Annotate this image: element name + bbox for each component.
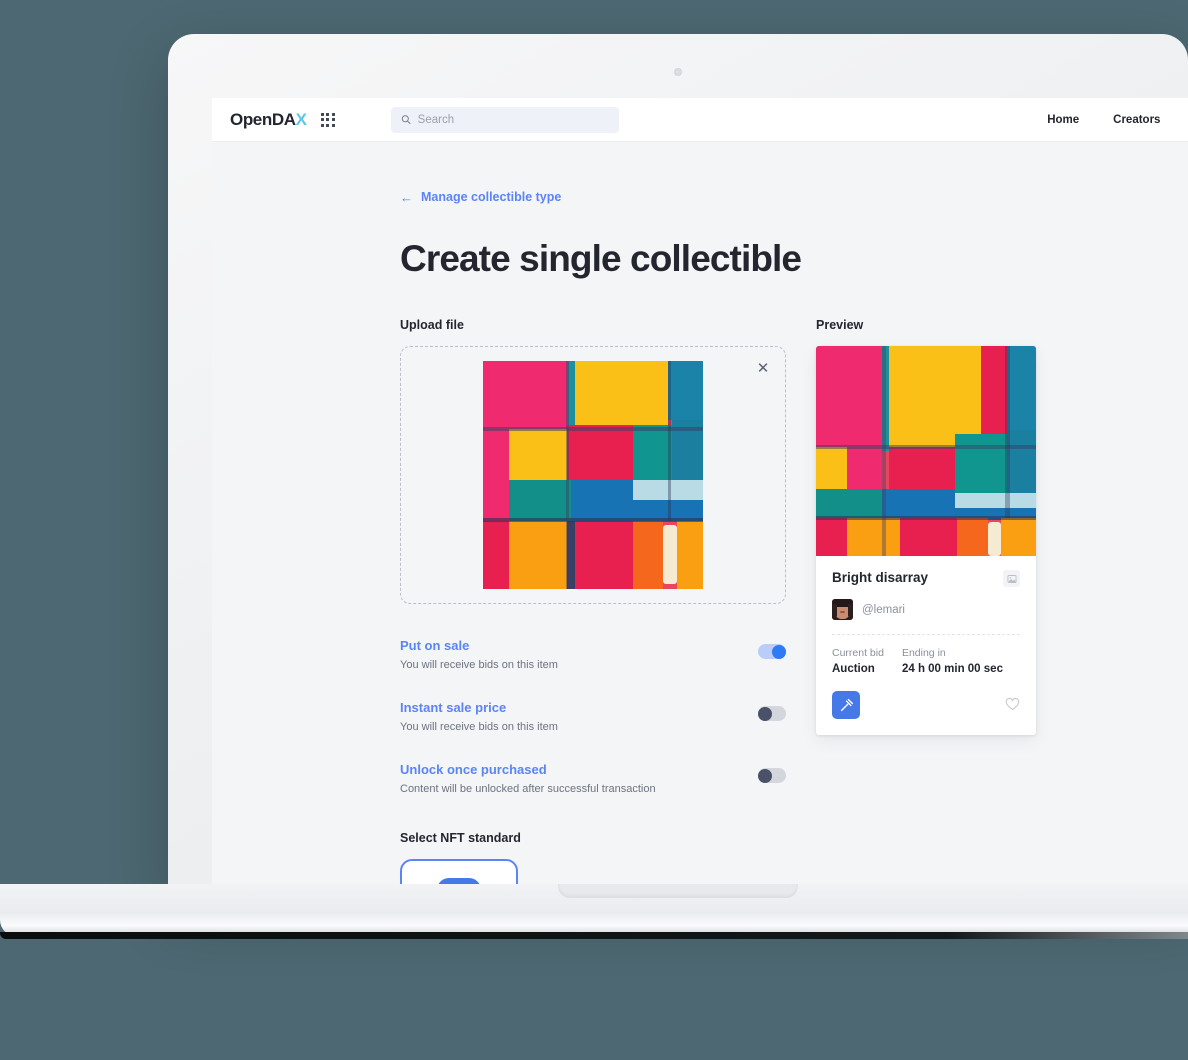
form-column: Upload file ✕ Put on sale You will recei… [400,318,786,918]
current-bid-value: Auction [832,663,875,675]
grid-dot [331,123,335,127]
uploaded-artwork-preview [483,361,703,589]
search-icon [401,115,411,124]
toggle-knob [758,706,772,721]
laptop-mockup: OpenDAX Home Creators Activity [0,34,1188,939]
search-input[interactable] [417,113,609,126]
brand-logo-text: OpenDA [230,109,296,129]
grid-dot [320,118,324,121]
preview-label: Preview [816,318,864,332]
place-bid-button[interactable] [832,691,860,719]
app-header: OpenDAX Home Creators Activity [212,98,1188,142]
preview-column: Preview Bright disarray @lemari Current … [816,318,1036,918]
grid-dot [326,112,330,116]
option-description: You will receive bids on this item [400,721,558,733]
preview-artwork [816,346,1036,556]
avatar [832,599,853,620]
toggle-instant-sale-price[interactable] [758,706,786,721]
option-description: You will receive bids on this item [400,659,558,671]
brand-logo[interactable]: OpenDAX [230,110,307,130]
laptop-base [0,884,1188,936]
search-box[interactable] [390,106,619,133]
option-title[interactable]: Put on sale [400,638,558,653]
upload-dropzone[interactable]: ✕ [400,346,786,604]
image-icon [1003,570,1020,587]
screen-viewport: OpenDAX Home Creators Activity [212,98,1188,918]
option-title[interactable]: Unlock once purchased [400,762,656,777]
option-description: Content will be unlocked after successfu… [400,783,656,795]
toggle-put-on-sale[interactable] [758,644,786,659]
laptop-lid: OpenDAX Home Creators Activity [168,34,1188,918]
options-list: Put on sale You will receive bids on thi… [400,638,786,795]
nav-link-creators[interactable]: Creators [1113,114,1160,126]
current-bid-block: Current bid Auction [832,647,884,675]
owner-handle: @lemari [862,603,905,616]
nft-standard-label: Select NFT standard [400,831,521,845]
grid-dot [326,123,330,127]
ending-in-block: Ending in 24 h 00 min 00 sec [902,647,1003,675]
grid-dot [320,123,324,127]
current-bid-label: Current bid [832,647,884,659]
toggle-knob [772,644,786,659]
like-button[interactable] [1005,697,1020,714]
option-unlock-once-purchased: Unlock once purchased Content will be un… [400,762,786,795]
webcam-icon [674,68,682,76]
close-icon[interactable]: ✕ [755,361,771,377]
back-arrow-icon: ← [400,189,413,205]
owner-row[interactable]: @lemari [832,599,1020,620]
grid-dot [320,112,324,116]
main-nav: Home Creators Activity [1047,114,1188,126]
toggle-knob [758,768,772,783]
toggle-unlock-once-purchased[interactable] [758,768,786,783]
option-put-on-sale: Put on sale You will receive bids on thi… [400,638,786,671]
laptop-base-shadow [0,932,1188,939]
laptop-trackpad-notch [558,884,798,898]
apps-grid-icon[interactable] [320,112,335,127]
grid-dot [331,118,335,121]
page-title: Create single collectible [400,238,802,279]
nav-link-home[interactable]: Home [1047,114,1079,126]
brand-logo-accent: X [295,109,307,129]
preview-card[interactable]: Bright disarray @lemari Current bid Auct… [816,346,1036,735]
option-title[interactable]: Instant sale price [400,700,558,715]
grid-dot [331,112,335,116]
back-link-label: Manage collectible type [421,190,562,204]
preview-item-title: Bright disarray [832,570,929,585]
page-content: ← Manage collectible type Create single … [212,142,1188,918]
grid-dot [326,118,330,121]
back-link[interactable]: ← Manage collectible type [400,190,1046,204]
ending-in-label: Ending in [901,647,946,659]
heart-icon [1005,697,1020,710]
gavel-icon [840,698,853,711]
divider [832,634,1020,635]
upload-file-label: Upload file [400,318,464,332]
ending-in-value: 24 h 00 min 00 sec [901,663,1003,675]
option-instant-sale-price: Instant sale price You will receive bids… [400,700,786,733]
